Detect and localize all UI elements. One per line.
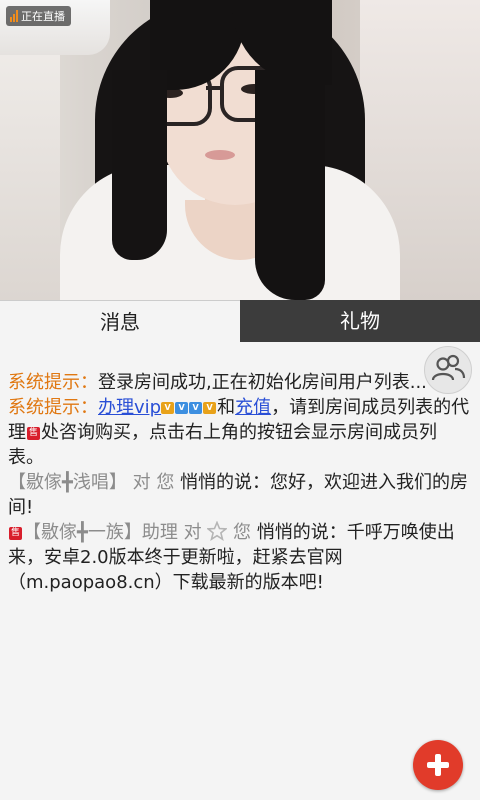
vip-badge-icon: V [203, 402, 217, 414]
glasses-bridge [206, 86, 222, 90]
agent-badge-icon: 售 [27, 426, 40, 440]
signal-bars-icon [10, 10, 18, 22]
message-text: 登录房间成功,正在初始化房间用户列表... [98, 372, 427, 393]
streamer-hair-front [112, 70, 167, 260]
target-nickname: 您 [156, 472, 175, 493]
whisper-verb: 悄悄的说： [180, 472, 271, 493]
live-label: 正在直播 [21, 10, 65, 23]
chat-log: 系统提示：登录房间成功,正在初始化房间用户列表... 系统提示：办理vip V V V… [8, 370, 472, 595]
streamer-hair-front [255, 70, 325, 300]
star-icon [206, 520, 229, 541]
message-text: 和 [217, 397, 236, 418]
agent-badge-icon: 售 [9, 526, 22, 540]
target-nickname: 您 [233, 522, 252, 543]
add-fab-button[interactable] [413, 740, 463, 790]
message-text: 处咨询购买，点击右上角的按钮会显示房间成员列表。 [8, 422, 437, 468]
whisper-verb: 悄悄的说： [256, 522, 347, 543]
tab-bar: 消息 礼物 [0, 300, 480, 343]
sender-nickname[interactable]: 【敭傢╋一族】助理 [23, 522, 178, 543]
chat-message-system: 系统提示：登录房间成功,正在初始化房间用户列表... [8, 370, 472, 395]
live-video[interactable]: 正在直播 [0, 0, 480, 300]
sender-nickname[interactable]: 【敭傢╋浅唱】 [8, 472, 127, 493]
vip-badge-icon: V [161, 402, 175, 414]
live-badge: 正在直播 [6, 6, 71, 26]
vip-badge-icon: V [189, 402, 203, 414]
tab-messages[interactable]: 消息 [0, 300, 240, 343]
vip-link[interactable]: 办理vip [98, 397, 161, 418]
streamer-lips [205, 150, 235, 160]
chat-message-whisper: 售【敭傢╋一族】助理 对 您 悄悄的说：千呼万唤使出来，安卓2.0版本终于更新啦… [8, 520, 472, 595]
tab-gifts[interactable]: 礼物 [240, 300, 480, 342]
to-label: 对 [132, 472, 151, 493]
vip-badge-icon: V [175, 402, 189, 414]
chat-message-whisper: 【敭傢╋浅唱】 对 您 悄悄的说：您好，欢迎进入我们的房间! [8, 470, 472, 520]
recharge-link[interactable]: 充值 [235, 397, 271, 418]
system-label: 系统提示： [8, 372, 98, 393]
chat-message-system: 系统提示：办理vip V V V V 和充值，请到房间成员列表的代理售处咨询购买，点击右上… [8, 395, 472, 470]
to-label: 对 [183, 522, 202, 543]
system-label: 系统提示： [8, 397, 98, 418]
